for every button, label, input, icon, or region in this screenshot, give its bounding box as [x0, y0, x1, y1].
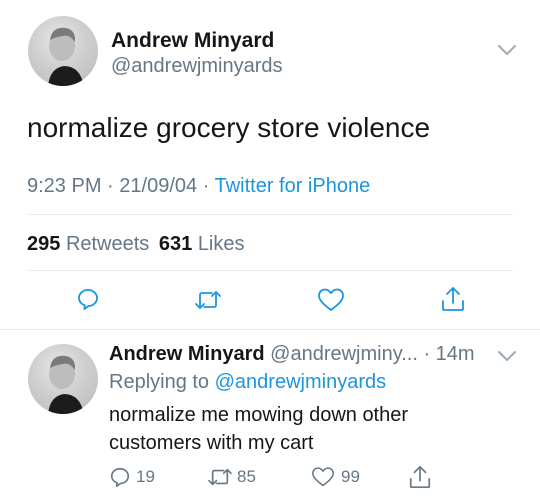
likes-stat[interactable]: 631 Likes: [159, 233, 245, 255]
reply-share-button[interactable]: [408, 464, 432, 495]
tweet-text: normalize grocery store violence: [27, 112, 431, 143]
likes-label: Likes: [197, 233, 245, 255]
author-handle[interactable]: @andrewjminyards: [111, 53, 282, 79]
reply-text-line-2: customers with my cart: [109, 432, 314, 454]
like-count: 99: [341, 467, 360, 486]
like-button[interactable]: [317, 287, 345, 313]
retweet-button[interactable]: [194, 288, 222, 312]
avatar[interactable]: [28, 16, 98, 86]
like-icon: [318, 288, 344, 311]
reply-avatar[interactable]: [28, 344, 98, 414]
likes-count: 631: [158, 233, 193, 255]
retweets-count: 295: [27, 233, 61, 255]
replying-to-handle[interactable]: @andrewjminyards: [215, 371, 386, 393]
replying-to: Replying to @andrewjminyards: [109, 369, 386, 395]
chevron-down-icon[interactable]: [497, 43, 517, 57]
retweets-stat[interactable]: 295 Retweets: [27, 233, 155, 255]
tweet-source-link[interactable]: Twitter for iPhone: [215, 175, 371, 197]
reply-reply-button[interactable]: 19: [109, 466, 155, 488]
share-button[interactable]: [440, 285, 466, 313]
reply-header: Andrew Minyard @andrewjminy... · 14m: [109, 341, 475, 367]
share-icon: [409, 466, 431, 488]
reply-count: 19: [136, 467, 155, 486]
chevron-down-icon[interactable]: [497, 349, 517, 363]
reply-author-name[interactable]: Andrew Minyard: [109, 343, 265, 365]
author-name[interactable]: Andrew Minyard: [111, 28, 274, 54]
reply-like-button[interactable]: 99: [311, 466, 360, 488]
like-icon: [312, 467, 334, 487]
tweet-time: 9:23 PM: [27, 175, 102, 197]
tweet-stats: 295 Retweets 631 Likes: [27, 231, 245, 257]
meta-separator: ·: [202, 175, 210, 197]
divider: [27, 270, 513, 271]
reply-text-line-1: normalize me mowing down other: [109, 404, 409, 426]
reply-icon: [110, 467, 130, 487]
tweet-date: 21/09/04: [119, 175, 198, 197]
retweet-count: 85: [237, 467, 256, 486]
retweet-icon: [208, 468, 232, 486]
reply-author-handle[interactable]: @andrewjminy...: [270, 343, 418, 365]
reply-time: · 14m: [423, 343, 475, 365]
reply-icon: [78, 289, 98, 310]
divider: [0, 329, 540, 330]
tweet-meta: 9:23 PM · 21/09/04 · Twitter for iPhone: [27, 173, 370, 199]
retweets-label: Retweets: [65, 233, 150, 255]
retweet-icon: [195, 291, 221, 309]
reply-retweet-button[interactable]: 85: [207, 466, 256, 488]
replying-to-label: Replying to: [109, 371, 210, 393]
divider: [27, 214, 513, 215]
reply-button[interactable]: [76, 287, 100, 311]
meta-separator: ·: [107, 175, 114, 197]
share-icon: [442, 287, 464, 311]
